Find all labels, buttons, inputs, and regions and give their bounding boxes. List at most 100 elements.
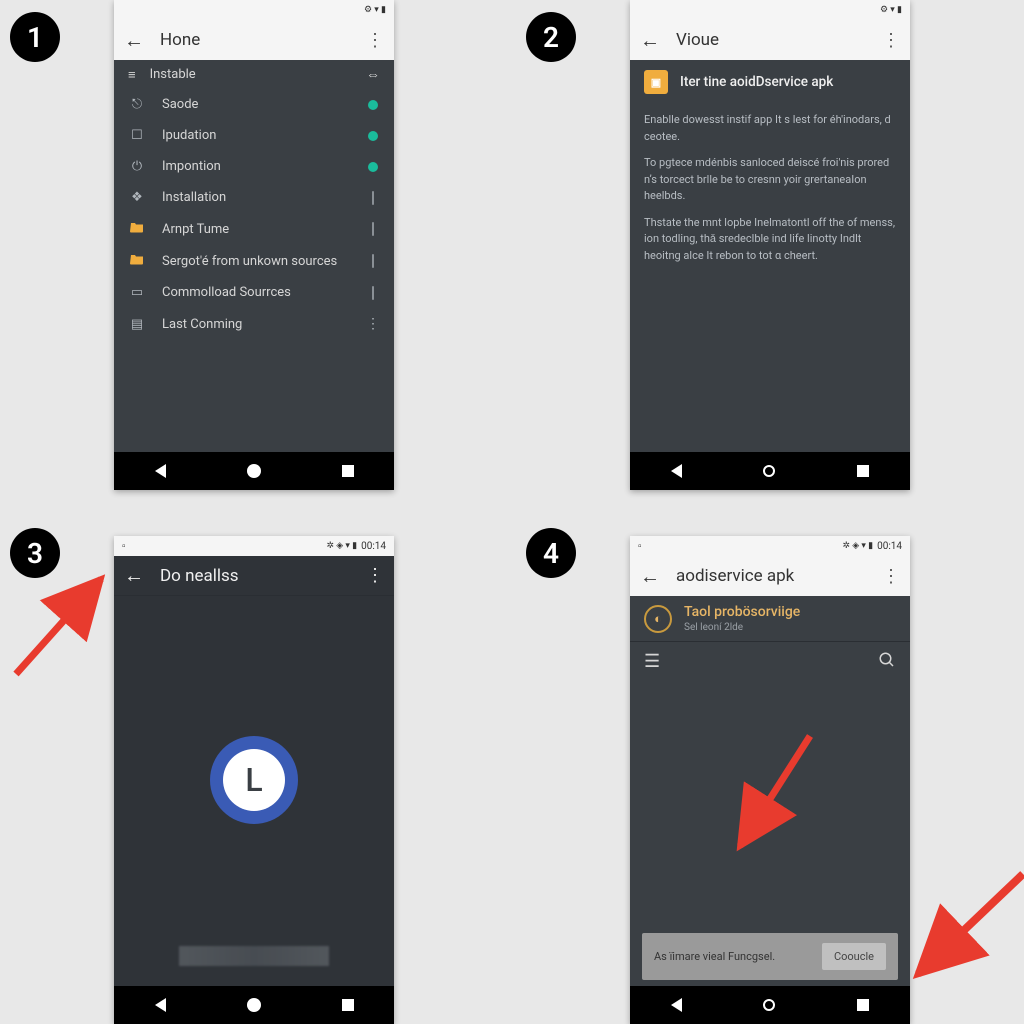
- status-time: 00:14: [361, 541, 386, 552]
- step-3-cell: 3 ▫ ✲ ◈ ▾ ▮ 00:14 ← Do neallss ⋮ L: [0, 516, 508, 1024]
- folder-icon: [128, 221, 146, 237]
- sub-toolbar: ☰: [630, 641, 910, 681]
- file-name: Taol probösorviige: [684, 604, 800, 620]
- phone-1: ⚙ ▾ ▮ ← Hone ⋮ ≡ Instable ⇔ ⎋Saode ☐ Ipuda…: [114, 0, 394, 490]
- nav-home-icon[interactable]: [247, 998, 261, 1012]
- status-bar: ⚙ ▾ ▮: [630, 0, 910, 20]
- status-icons: ⚙ ▾ ▮: [880, 5, 902, 15]
- back-icon[interactable]: ←: [640, 28, 660, 53]
- step-badge-2: 2: [526, 12, 576, 62]
- page-title: Do neallss: [160, 566, 350, 586]
- status-left-icon: ▫: [638, 541, 642, 552]
- nav-home-icon[interactable]: [763, 465, 775, 477]
- overflow-icon[interactable]: ⋮: [366, 316, 380, 332]
- status-bar: ▫ ✲ ◈ ▾ ▮ 00:14: [114, 536, 394, 556]
- section-label: Instable: [150, 67, 196, 82]
- android-navbar: [114, 986, 394, 1024]
- overflow-icon[interactable]: ⋮: [882, 566, 900, 587]
- row-label: Impontion: [162, 159, 350, 174]
- row-label: Arnpt Tume: [162, 222, 350, 237]
- phone-3: ▫ ✲ ◈ ▾ ▮ 00:14 ← Do neallss ⋮ L: [114, 536, 394, 1024]
- link-icon[interactable]: ⇔: [366, 66, 380, 83]
- nav-back-icon[interactable]: [671, 464, 682, 478]
- nav-back-icon[interactable]: [155, 998, 166, 1012]
- action-bar: ← aodiservice apk ⋮: [630, 556, 910, 596]
- nav-recents-icon[interactable]: [857, 999, 869, 1011]
- nav-recents-icon[interactable]: [857, 465, 869, 477]
- info-para-2: To pgtece mdénbis sanloced deiscé froi'n…: [644, 155, 896, 205]
- list-item[interactable]: ▤Last Conming⋮: [114, 308, 394, 340]
- nav-recents-icon[interactable]: [342, 465, 354, 477]
- status-dot-icon: [366, 131, 380, 141]
- page-title: aodiservice apk: [676, 566, 866, 586]
- step-badge-3: 3: [10, 528, 60, 578]
- marker-icon: [366, 286, 380, 300]
- list-item[interactable]: Arnpt Tume: [114, 213, 394, 245]
- step-1-cell: 1 ⚙ ▾ ▮ ← Hone ⋮ ≡ Instable ⇔ ⎋Saode☐Ipu…: [0, 0, 508, 508]
- action-bar: ← Hone ⋮: [114, 20, 394, 60]
- android-navbar: [114, 452, 394, 490]
- settings-list: ≡ Instable ⇔ ⎋Saode ☐ Ipudation ⏻ Impontion ❖…: [114, 60, 394, 340]
- android-navbar: [630, 452, 910, 490]
- row-icon: ⏻: [128, 159, 146, 174]
- info-header: ▣ Iter tine aoidDservice apk: [630, 60, 910, 104]
- status-icons: ⚙ ▾ ▮: [364, 5, 386, 15]
- arrow-indicator-icon: [6, 564, 116, 684]
- snackbar-text: As ïimare vieal Funcgsel.: [654, 950, 775, 963]
- info-title: Iter tine aoidDservice apk: [680, 74, 833, 90]
- hamburger-icon[interactable]: ≡: [128, 67, 136, 83]
- app-letter: L: [223, 749, 285, 811]
- marker-icon: [366, 254, 380, 268]
- action-bar: ← Vioue ⋮: [630, 20, 910, 60]
- list-item[interactable]: ⏻ Impontion: [114, 151, 394, 182]
- snackbar-action-button[interactable]: Cooucle: [822, 943, 886, 970]
- status-bar: ⚙ ▾ ▮: [114, 0, 394, 20]
- list-item[interactable]: Sergot'é from unkown sources: [114, 245, 394, 277]
- folder-icon: [128, 253, 146, 269]
- list-item[interactable]: ⎋Saode: [114, 89, 394, 120]
- status-icons: ✲ ◈ ▾ ▮: [842, 541, 873, 551]
- app-launch-icon[interactable]: L: [210, 736, 298, 824]
- nav-recents-icon[interactable]: [342, 999, 354, 1011]
- back-icon[interactable]: ←: [124, 28, 144, 53]
- nav-home-icon[interactable]: [763, 999, 775, 1011]
- snackbar: As ïimare vieal Funcgsel. Cooucle: [642, 933, 898, 980]
- nav-home-icon[interactable]: [247, 464, 261, 478]
- info-para-3: Thstate the mnt lopbe Inelmatontl off th…: [644, 215, 896, 265]
- nav-back-icon[interactable]: [671, 998, 682, 1012]
- overflow-icon[interactable]: ⋮: [882, 30, 900, 51]
- phone-2: ⚙ ▾ ▮ ← Vioue ⋮ ▣ Iter tine aoidDservice…: [630, 0, 910, 490]
- overflow-icon[interactable]: ⋮: [366, 30, 384, 51]
- row-label: Sergot'é from unkown sources: [162, 254, 350, 269]
- back-icon[interactable]: ←: [124, 563, 144, 588]
- marker-icon: [366, 222, 380, 236]
- info-body: Enablle dowesst instif app It s lest for…: [630, 104, 910, 282]
- status-dot-icon: [366, 100, 380, 110]
- search-icon[interactable]: [878, 651, 896, 673]
- step-badge-4: 4: [526, 528, 576, 578]
- list-item[interactable]: ☐ Ipudation: [114, 120, 394, 151]
- list-item[interactable]: ▭ Commolload Sourrces: [114, 277, 394, 308]
- file-avatar-icon: ◐: [644, 605, 672, 633]
- apk-icon: ▣: [644, 70, 668, 94]
- phone-4: ▫ ✲ ◈ ▾ ▮ 00:14 ← aodiservice apk ⋮ ◐ Ta…: [630, 536, 910, 1024]
- page-title: Hone: [160, 30, 350, 50]
- info-para-1: Enablle dowesst instif app It s lest for…: [644, 112, 896, 145]
- row-label: Commolload Sourrces: [162, 285, 350, 300]
- overflow-icon[interactable]: ⋮: [366, 565, 384, 586]
- file-header[interactable]: ◐ Taol probösorviige Sel leoní 2lde: [630, 596, 910, 641]
- row-label: Saode: [162, 97, 350, 112]
- row-icon: ☐: [128, 128, 146, 143]
- row-icon: ▭: [128, 285, 146, 300]
- row-label: Ipudation: [162, 128, 350, 143]
- back-icon[interactable]: ←: [640, 564, 660, 589]
- row-icon: ❖: [128, 190, 146, 205]
- section-header: ≡ Instable ⇔: [114, 60, 394, 89]
- nav-back-icon[interactable]: [155, 464, 166, 478]
- loading-bar: [179, 946, 329, 966]
- page-title: Vioue: [676, 30, 866, 50]
- menu-icon[interactable]: ☰: [644, 651, 660, 672]
- status-left-icon: ▫: [122, 541, 126, 552]
- status-dot-icon: [366, 162, 380, 172]
- list-item[interactable]: ❖Installation: [114, 182, 394, 213]
